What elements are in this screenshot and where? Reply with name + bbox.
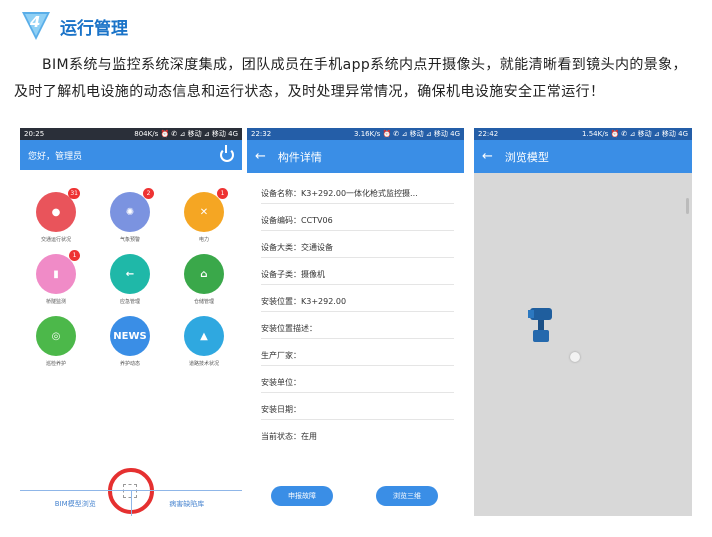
detail-field: 设备名称：K3+292.00一体化枪式监控摄... (261, 177, 454, 204)
home-app-bar: 您好，管理员 (20, 140, 242, 170)
module-tile[interactable]: NEWS 养护动态 (100, 316, 160, 367)
report-fault-button[interactable]: 申报故障 (271, 486, 333, 506)
status-indicators: 3.16K/s ⏰ ✆ ⊿ 移动 ⊿ 移动 4G (354, 130, 460, 138)
notification-badge: 2 (143, 188, 154, 199)
power-tower-icon: ✕ 1 (184, 188, 228, 232)
module-label: 交通运行状况 (40, 237, 71, 243)
detail-field: 安装位置描述： (261, 312, 454, 339)
detail-field: 安装位置：K3+292.00 (261, 285, 454, 312)
status-indicators: 1.54K/s ⏰ ✆ ⊿ 移动 ⊿ 移动 4G (582, 130, 688, 138)
camera-model[interactable] (526, 306, 556, 350)
target-icon: ◎ (36, 316, 76, 356)
module-tile[interactable]: ▲ 道路技术状况 (174, 316, 234, 367)
notification-badge: 31 (68, 188, 80, 199)
module-tile[interactable]: ▮ 1 桥隧监测 (26, 250, 86, 305)
phone-model-viewer: 22:42 1.54K/s ⏰ ✆ ⊿ 移动 ⊿ 移动 4G ← 浏览模型 (474, 128, 692, 516)
power-icon[interactable] (220, 145, 234, 162)
bim-model-browse-button[interactable]: BIM模型浏览 (20, 491, 132, 516)
defect-library-button[interactable]: 病害缺陷库 (132, 491, 243, 516)
viewer-title: 浏览模型 (504, 150, 549, 164)
news-icon: NEWS (110, 316, 150, 356)
arrow-sign-icon: ← (110, 254, 150, 294)
module-label: 应急管理 (119, 299, 140, 305)
module-tile[interactable]: ◎ 巡检养护 (26, 316, 86, 367)
siren-icon: ✺ 2 (110, 188, 154, 232)
status-indicators: 804K/s ⏰ ✆ ⊿ 移动 ⊿ 移动 4G (134, 130, 238, 138)
module-label: 桥隧监测 (45, 299, 66, 305)
module-label: 仓储管理 (193, 299, 214, 305)
back-arrow-icon[interactable]: ← (482, 149, 493, 164)
status-bar: 22:42 1.54K/s ⏰ ✆ ⊿ 移动 ⊿ 移动 4G (474, 128, 692, 140)
detail-field-list: 设备名称：K3+292.00一体化枪式监控摄... 设备编码：CCTV06 设备… (247, 173, 464, 447)
module-label: 气象预警 (119, 237, 140, 243)
warehouse-icon: ⌂ (184, 254, 224, 294)
section-title: 运行管理 (60, 19, 128, 39)
traffic-light-icon: ● 31 (36, 188, 80, 232)
notification-badge: 1 (217, 188, 228, 199)
detail-field: 当前状态：在用 (261, 432, 317, 441)
module-tile[interactable]: ⌂ 仓储管理 (174, 254, 234, 305)
description-paragraph: BIM系统与监控系统深度集成，团队成员在手机app系统内点开摄像头，就能清晰看到… (14, 57, 687, 100)
module-tile[interactable]: ← 应急管理 (100, 254, 160, 305)
greeting-text: 您好，管理员 (28, 151, 83, 162)
status-bar: 22:32 3.16K/s ⏰ ✆ ⊿ 移动 ⊿ 移动 4G (247, 128, 464, 140)
detail-field: 安装日期： (261, 393, 454, 420)
module-label: 养护动态 (119, 361, 140, 367)
module-label: 巡检养护 (45, 361, 66, 367)
detail-title: 构件详情 (277, 150, 322, 164)
status-bar: 20:25 804K/s ⏰ ✆ ⊿ 移动 ⊿ 移动 4G (20, 128, 242, 140)
detail-field: 设备大类：交通设备 (261, 231, 454, 258)
detail-field: 生产厂家： (261, 339, 454, 366)
scrollbar[interactable] (686, 198, 689, 214)
navigation-dot[interactable] (570, 352, 580, 362)
viewer-app-bar: ← 浏览模型 (474, 140, 692, 173)
phone-home-screen: 20:25 804K/s ⏰ ✆ ⊿ 移动 ⊿ 移动 4G 您好，管理员 ● 31… (20, 128, 242, 516)
module-label: 电力 (198, 237, 209, 243)
detail-field: 设备子类：摄像机 (261, 258, 454, 285)
module-label: 道路技术状况 (188, 361, 219, 367)
detail-field: 设备编码：CCTV06 (261, 204, 454, 231)
module-tile[interactable]: ● 31 交通运行状况 (26, 188, 86, 243)
browse-3d-button[interactable]: 浏览三维 (376, 486, 438, 506)
phone-component-detail: 22:32 3.16K/s ⏰ ✆ ⊿ 移动 ⊿ 移动 4G ← 构件详情 设备… (247, 128, 464, 516)
back-arrow-icon[interactable]: ← (255, 149, 266, 164)
status-time: 22:42 (478, 130, 499, 138)
section-header: 4 运行管理 (20, 8, 420, 44)
tower-icon: ▮ 1 (36, 250, 80, 294)
module-tile[interactable]: ✕ 1 电力 (174, 188, 234, 243)
module-tile[interactable]: ✺ 2 气象预警 (100, 188, 160, 243)
status-time: 22:32 (251, 130, 272, 138)
badge-number: 4 (30, 13, 41, 31)
status-time: 20:25 (24, 130, 45, 138)
road-icon: ▲ (184, 316, 224, 356)
home-bottom-bar: BIM模型浏览 病害缺陷库 (20, 490, 242, 516)
detail-field: 安装单位： (261, 366, 454, 393)
notification-badge: 1 (69, 250, 80, 261)
detail-app-bar: ← 构件详情 (247, 140, 464, 173)
section-number-badge: 4 (20, 10, 52, 42)
